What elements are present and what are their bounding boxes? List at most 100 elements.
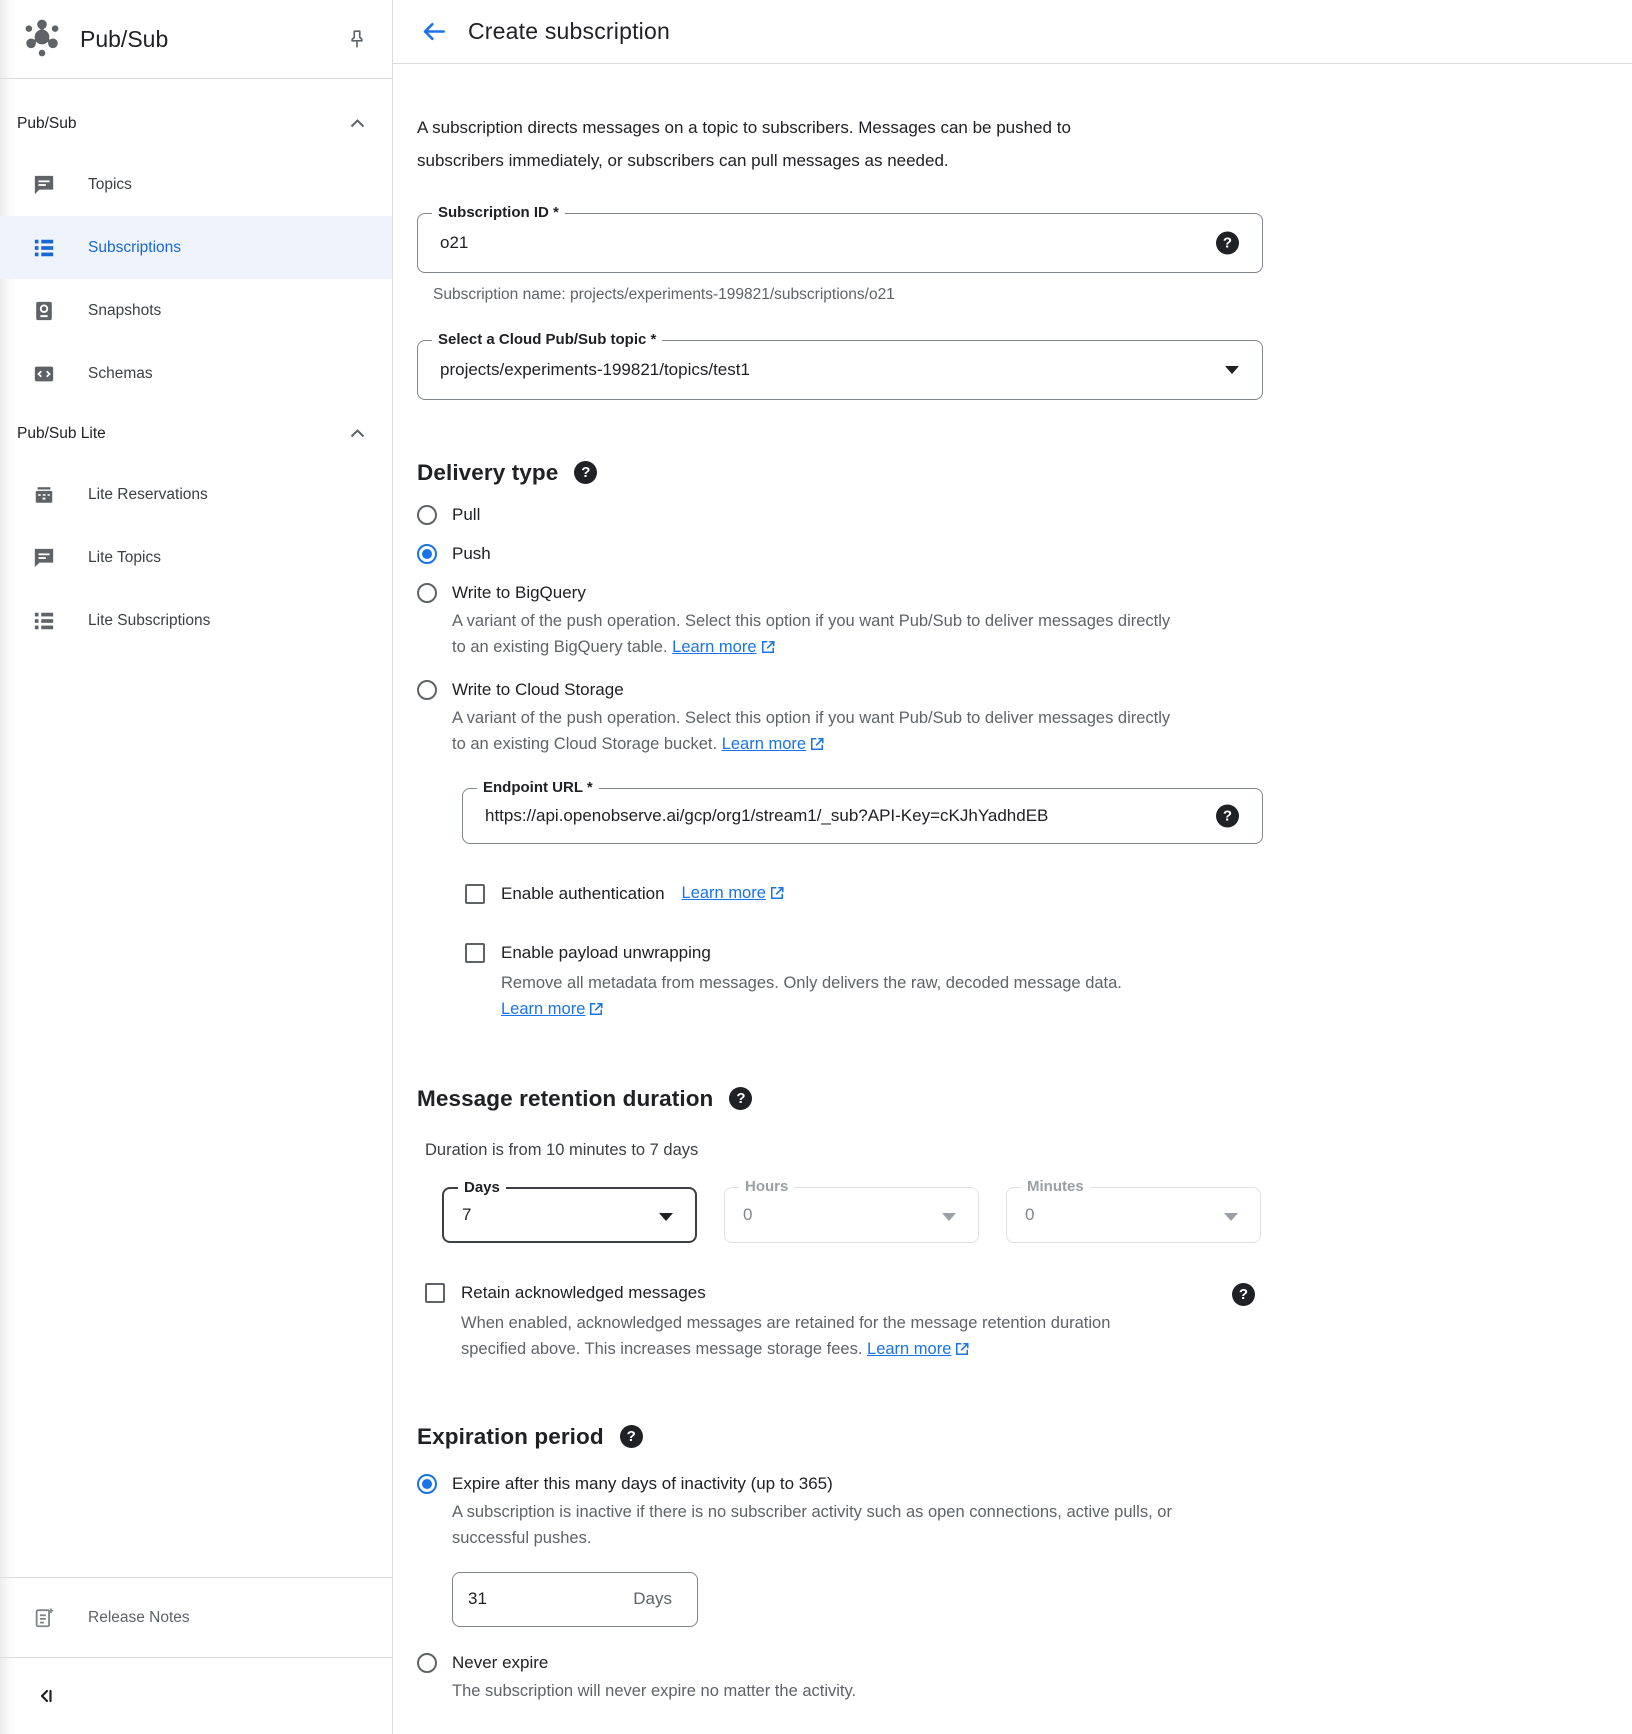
- enable-payload-unwrapping-checkbox[interactable]: [465, 943, 485, 963]
- release-notes-item[interactable]: Release Notes: [0, 1577, 392, 1657]
- document-sparkle-icon: [33, 1607, 55, 1629]
- learn-more-link[interactable]: Learn more: [501, 1000, 603, 1018]
- retention-note: Duration is from 10 minutes to 7 days: [425, 1141, 1632, 1160]
- release-notes-label: Release Notes: [88, 1609, 190, 1627]
- radio-circle[interactable]: [417, 1474, 437, 1494]
- collapse-left-icon[interactable]: [34, 1684, 58, 1708]
- radio-circle[interactable]: [417, 680, 437, 700]
- sidebar: Pub/Sub Pub/Sub Topics: [0, 0, 393, 1734]
- intro-text: A subscription directs messages on a top…: [417, 111, 1157, 177]
- section-label: Pub/Sub Lite: [17, 425, 350, 443]
- expiration-days-input[interactable]: 31 Days: [452, 1572, 698, 1627]
- main-panel: Create subscription A subscription direc…: [393, 0, 1632, 1734]
- radio-write-bigquery[interactable]: Write to BigQuery: [417, 583, 1632, 603]
- retention-heading: Message retention duration: [417, 1086, 713, 1112]
- radio-circle[interactable]: [417, 544, 437, 564]
- hours-select[interactable]: Hours 0: [724, 1187, 979, 1243]
- caret-down-icon: [1224, 1213, 1238, 1221]
- retain-messages-checkbox[interactable]: [425, 1283, 445, 1303]
- sidebar-item-lite-reservations[interactable]: Lite Reservations: [0, 463, 392, 526]
- help-icon[interactable]: [729, 1087, 752, 1110]
- open-in-new-icon: [770, 886, 784, 900]
- topic-select[interactable]: Select a Cloud Pub/Sub topic * projects/…: [417, 340, 1263, 400]
- expire-after-description: A subscription is inactive if there is n…: [452, 1499, 1177, 1552]
- help-icon[interactable]: [1216, 804, 1239, 827]
- sidebar-item-subscriptions[interactable]: Subscriptions: [0, 216, 392, 279]
- bigquery-description: A variant of the push operation. Select …: [452, 608, 1177, 661]
- enable-payload-unwrapping-row[interactable]: Enable payload unwrapping: [465, 943, 1632, 963]
- sidebar-item-label: Subscriptions: [88, 239, 181, 257]
- enable-authentication-row[interactable]: Enable authentication Learn more: [465, 884, 1632, 904]
- sidebar-item-label: Lite Topics: [88, 549, 161, 567]
- pubsub-logo-icon: [21, 16, 63, 63]
- instant-photo-icon: [33, 300, 55, 322]
- learn-more-link[interactable]: Learn more: [682, 884, 784, 903]
- cloud-storage-description: A variant of the push operation. Select …: [452, 705, 1177, 758]
- expiration-heading: Expiration period: [417, 1424, 604, 1450]
- minutes-select[interactable]: Minutes 0: [1006, 1187, 1261, 1243]
- caret-down-icon: [659, 1213, 673, 1221]
- learn-more-link[interactable]: Learn more: [867, 1340, 969, 1358]
- radio-push[interactable]: Push: [417, 544, 1632, 564]
- sidebar-item-snapshots[interactable]: Snapshots: [0, 279, 392, 342]
- help-icon[interactable]: [1232, 1283, 1255, 1306]
- page-header: Create subscription: [393, 0, 1632, 64]
- radio-circle[interactable]: [417, 583, 437, 603]
- help-icon[interactable]: [574, 461, 597, 484]
- list-icon: [33, 610, 55, 632]
- sidebar-item-topics[interactable]: Topics: [0, 153, 392, 216]
- chevron-up-icon: [350, 115, 365, 133]
- subscription-id-field[interactable]: Subscription ID * o21: [417, 213, 1263, 273]
- sidebar-item-schemas[interactable]: Schemas: [0, 342, 392, 405]
- radio-pull[interactable]: Pull: [417, 505, 1632, 525]
- sidebar-item-label: Snapshots: [88, 302, 161, 320]
- subscription-name-hint: Subscription name: projects/experiments-…: [433, 286, 1632, 304]
- enable-authentication-checkbox[interactable]: [465, 884, 485, 904]
- back-arrow-icon[interactable]: [420, 18, 447, 45]
- help-icon[interactable]: [1216, 231, 1239, 254]
- learn-more-link[interactable]: Learn more: [672, 638, 774, 656]
- sidebar-section-pubsub[interactable]: Pub/Sub: [0, 95, 392, 153]
- endpoint-url-value: https://api.openobserve.ai/gcp/org1/stre…: [485, 806, 1048, 826]
- list-icon: [33, 237, 55, 259]
- sidebar-item-label: Lite Subscriptions: [88, 612, 210, 630]
- open-in-new-icon: [589, 1002, 603, 1016]
- subscription-id-label: Subscription ID *: [432, 204, 565, 221]
- endpoint-url-field[interactable]: Endpoint URL * https://api.openobserve.a…: [462, 788, 1263, 844]
- radio-never-expire[interactable]: Never expire: [417, 1653, 1632, 1673]
- topic-select-label: Select a Cloud Pub/Sub topic *: [432, 331, 662, 348]
- page-title: Create subscription: [468, 18, 670, 45]
- radio-expire-after[interactable]: Expire after this many days of inactivit…: [417, 1474, 1632, 1494]
- sidebar-item-lite-subscriptions[interactable]: Lite Subscriptions: [0, 589, 392, 652]
- radio-circle[interactable]: [417, 505, 437, 525]
- duration-row: Days 7 Hours 0 Minutes 0: [442, 1187, 1632, 1243]
- days-suffix: Days: [633, 1589, 672, 1609]
- app-title: Pub/Sub: [80, 26, 346, 53]
- caret-down-icon: [1225, 366, 1239, 374]
- help-icon[interactable]: [620, 1425, 643, 1448]
- inbox-icon: [33, 484, 55, 506]
- sidebar-item-lite-topics[interactable]: Lite Topics: [0, 526, 392, 589]
- sidebar-header: Pub/Sub: [0, 0, 392, 79]
- payload-unwrapping-description: Remove all metadata from messages. Only …: [501, 970, 1181, 1022]
- open-in-new-icon: [810, 737, 824, 751]
- pin-icon[interactable]: [346, 28, 368, 50]
- section-label: Pub/Sub: [17, 115, 350, 133]
- topic-select-value: projects/experiments-199821/topics/test1: [440, 360, 750, 380]
- retention-heading-row: Message retention duration: [417, 1086, 1632, 1112]
- endpoint-url-label: Endpoint URL *: [477, 779, 599, 796]
- expiration-heading-row: Expiration period: [417, 1424, 1632, 1450]
- retain-messages-description: When enabled, acknowledged messages are …: [461, 1310, 1111, 1362]
- sidebar-section-pubsub-lite[interactable]: Pub/Sub Lite: [0, 405, 392, 463]
- open-in-new-icon: [955, 1342, 969, 1356]
- chat-bubble-icon: [33, 174, 55, 196]
- learn-more-link[interactable]: Learn more: [722, 735, 824, 753]
- sidebar-nav: Pub/Sub Topics Subscriptions: [0, 79, 392, 1577]
- delivery-type-heading: Delivery type: [417, 460, 558, 486]
- sidebar-item-label: Lite Reservations: [88, 486, 208, 504]
- days-select[interactable]: Days 7: [442, 1187, 697, 1243]
- radio-circle[interactable]: [417, 1653, 437, 1673]
- radio-write-cloud-storage[interactable]: Write to Cloud Storage: [417, 680, 1632, 700]
- never-expire-description: The subscription will never expire no ma…: [452, 1678, 1177, 1705]
- retain-messages-row[interactable]: Retain acknowledged messages: [425, 1283, 1263, 1303]
